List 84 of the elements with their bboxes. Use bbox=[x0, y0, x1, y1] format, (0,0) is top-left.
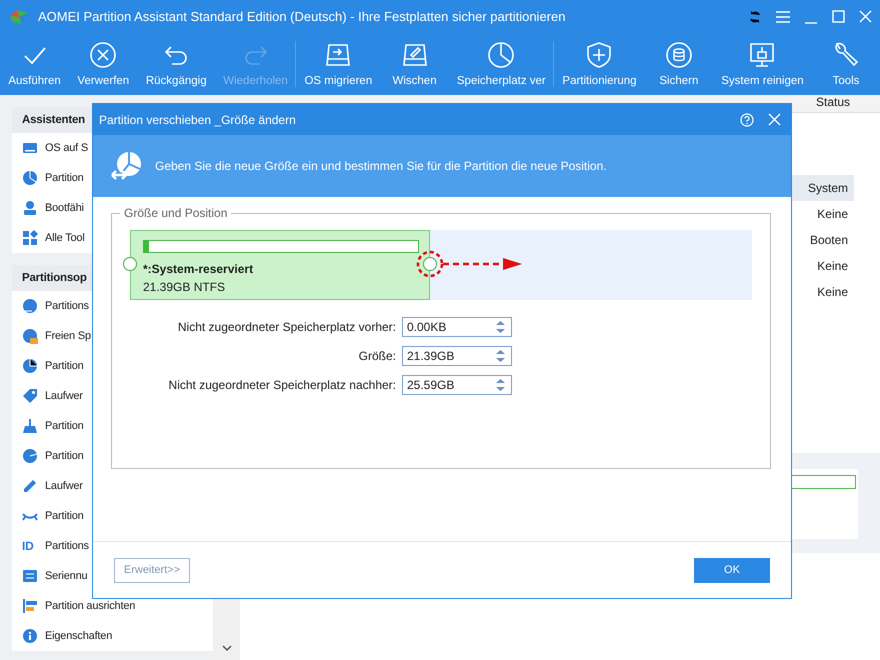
sidebar-item[interactable]: Partition bbox=[45, 172, 84, 184]
sidebar-item[interactable]: Bootfähi bbox=[45, 202, 84, 214]
spin-field[interactable]: 25.59GB bbox=[402, 375, 512, 395]
toolbar-button[interactable]: Wischen bbox=[380, 33, 449, 95]
help-icon[interactable] bbox=[740, 112, 754, 126]
spin-arrows-icon[interactable] bbox=[496, 320, 505, 334]
sidebar-item[interactable]: Partition bbox=[45, 510, 84, 522]
sidebar-item[interactable]: Partitions bbox=[45, 300, 89, 312]
menu-icon[interactable] bbox=[776, 10, 790, 22]
pie-icon bbox=[22, 170, 38, 186]
database-icon bbox=[664, 41, 693, 69]
close-icon[interactable] bbox=[859, 10, 872, 23]
spin-arrows-icon[interactable] bbox=[496, 349, 505, 363]
resize-handle[interactable] bbox=[123, 257, 137, 271]
pie-icon bbox=[22, 358, 38, 374]
broom-icon bbox=[22, 418, 38, 434]
drive-icon bbox=[400, 41, 429, 69]
sidebar-item[interactable]: Alle Tool bbox=[45, 232, 85, 244]
table-cell-text: Keine bbox=[816, 206, 849, 223]
toolbar-button[interactable]: System reinigen bbox=[712, 33, 812, 95]
toolbar-button[interactable]: Tools bbox=[812, 33, 880, 95]
drive-icon bbox=[324, 41, 352, 69]
table-cell-text: Keine bbox=[816, 284, 849, 301]
window-title: AOMEI Partition Assistant Standard Edition (Deutsch) - Ihre Festplatten sicher partitionieren bbox=[38, 9, 566, 24]
spin-field[interactable]: 21.39GB bbox=[402, 346, 512, 366]
field-label: Nicht zugeordneter Speicherplatz vorher: bbox=[176, 320, 396, 334]
number-icon bbox=[22, 568, 38, 584]
app-logo-icon bbox=[8, 8, 30, 26]
maximize-icon[interactable] bbox=[832, 10, 845, 23]
info-icon bbox=[22, 628, 38, 644]
monitor-icon bbox=[748, 41, 776, 69]
section-heading: Assistenten bbox=[22, 114, 85, 126]
table-cell-text: Booten bbox=[808, 232, 849, 249]
pie-icon bbox=[22, 328, 38, 344]
spin-arrows-icon[interactable] bbox=[496, 378, 505, 392]
column-header[interactable]: Status bbox=[806, 95, 880, 112]
spin-field[interactable]: 0.00KB bbox=[402, 317, 512, 337]
table-cell-text: Keine bbox=[816, 258, 849, 275]
partition-block[interactable]: *:System-reserviert 21.39GB NTFS bbox=[130, 230, 430, 300]
sidebar-item[interactable]: Laufwer bbox=[45, 480, 83, 492]
pie-arrows-icon bbox=[111, 150, 143, 182]
partition-name: *:System-reserviert bbox=[143, 262, 254, 276]
pencil-icon bbox=[22, 478, 38, 494]
close-icon[interactable] bbox=[768, 112, 781, 126]
sidebar-item[interactable]: Partition bbox=[45, 450, 84, 462]
toolbar-button[interactable]: Ausführen bbox=[0, 33, 70, 95]
toolbar-button[interactable]: Sichern bbox=[644, 33, 713, 95]
highlight-ring bbox=[416, 250, 444, 278]
grid-icon bbox=[22, 230, 38, 246]
sidebar-item[interactable]: Partition bbox=[45, 360, 84, 372]
sidebar-item[interactable]: Laufwer bbox=[45, 390, 83, 402]
table-cell: System bbox=[790, 175, 854, 201]
field-label: Größe: bbox=[358, 349, 396, 363]
ok-button[interactable]: OK bbox=[694, 558, 770, 582]
toolbar-button[interactable]: Rückgängig bbox=[138, 33, 215, 95]
sidebar-item[interactable]: Freien Sp bbox=[45, 330, 91, 342]
section-heading: Partitionsop bbox=[22, 272, 87, 284]
toolbar-button[interactable]: Speicherplatz ver bbox=[448, 33, 554, 95]
chevron-down-icon[interactable] bbox=[222, 645, 232, 652]
tag-icon bbox=[22, 388, 38, 404]
sidebar-item[interactable]: Partition ausrichten bbox=[45, 600, 136, 612]
toolbar-button[interactable]: OS migrieren bbox=[296, 33, 381, 95]
toolbar-button[interactable]: Partitionierung bbox=[554, 33, 645, 95]
id-icon: ID bbox=[22, 540, 38, 552]
person-icon bbox=[22, 200, 38, 216]
drive-icon bbox=[22, 140, 38, 156]
sidebar-item[interactable]: Seriennu bbox=[45, 570, 88, 582]
banner-text: Geben Sie die neue Größe ein und bestimmen Sie für die Partition die neue Position. bbox=[155, 159, 607, 173]
resize-handle[interactable] bbox=[423, 257, 437, 271]
field-label: Nicht zugeordneter Speicherplatz nachher: bbox=[168, 378, 396, 392]
group-title: Größe und Position bbox=[120, 206, 232, 220]
toolbar-button[interactable]: Verwerfen bbox=[69, 33, 138, 95]
align-icon bbox=[22, 598, 38, 614]
pie-icon bbox=[22, 298, 38, 314]
sidebar-item[interactable]: Eigenschaften bbox=[45, 630, 112, 642]
cancel-icon bbox=[89, 41, 118, 69]
partition-info: 21.39GB NTFS bbox=[143, 280, 226, 294]
pie-icon bbox=[22, 448, 38, 464]
shield-icon bbox=[585, 41, 614, 69]
sidebar-item[interactable]: OS auf S bbox=[45, 142, 88, 154]
sidebar-item[interactable]: Partition bbox=[45, 420, 84, 432]
pie-icon bbox=[487, 41, 516, 69]
sidebar-item[interactable]: Partitions bbox=[45, 540, 89, 552]
dialog-title: Partition verschieben _Größe ändern bbox=[99, 112, 297, 126]
